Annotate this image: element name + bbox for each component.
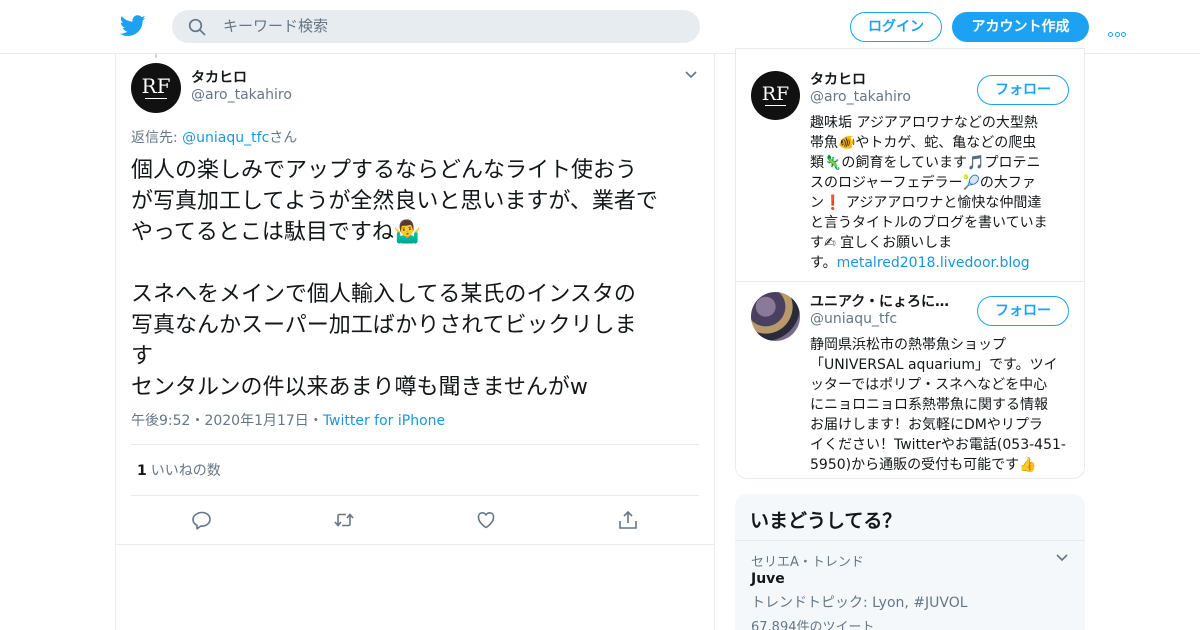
user-name[interactable]: ユニアク・にょろに… <box>810 291 949 311</box>
top-navigation-bar: キーワード検索 ログイン アカウント作成 <box>0 0 1200 54</box>
author-handle[interactable]: @aro_takahiro <box>191 87 292 103</box>
likes-stat[interactable]: 1 いいねの数 <box>137 460 221 480</box>
tweet-text: 個人の楽しみでアップするならどんなライト使おう が写真加工してようが全然良いと思… <box>131 158 658 400</box>
divider <box>736 281 1084 282</box>
reply-icon[interactable] <box>191 509 213 531</box>
follow-button[interactable]: フォロー <box>977 296 1069 326</box>
user-bio: 趣味垢 アジアアロワナなどの大型熱 帯魚🐠やトカゲ、蛇、亀などの爬虫 類🦎の飼育… <box>810 113 1072 273</box>
avatar[interactable]: RF <box>751 71 800 120</box>
user-handle[interactable]: @uniaqu_tfc <box>810 311 897 327</box>
like-icon[interactable] <box>475 509 497 531</box>
twitter-bird-icon[interactable] <box>120 14 146 38</box>
retweet-icon[interactable] <box>333 509 355 531</box>
reply-to-link[interactable]: @uniaqu_tfc <box>182 130 269 146</box>
related-users-card: RF タカヒロ @aro_takahiro フォロー 趣味垢 アジアアロワナなど… <box>735 48 1085 479</box>
search-input[interactable]: キーワード検索 <box>223 17 328 36</box>
search-bar[interactable]: キーワード検索 <box>172 10 700 43</box>
reply-suffix: さん <box>269 130 298 146</box>
trends-title: いまどうしてる？ <box>750 510 902 532</box>
author-name[interactable]: タカヒロ <box>191 67 247 87</box>
trend-context: セリエA・トレンド <box>751 555 864 570</box>
divider <box>735 540 1085 541</box>
reply-prefix: 返信先: <box>131 130 183 146</box>
thread-line <box>155 54 157 58</box>
likes-label: いいねの数 <box>150 463 221 479</box>
follow-button[interactable]: フォロー <box>977 75 1069 105</box>
tweet-time[interactable]: 午後9:52 <box>131 413 190 429</box>
avatar[interactable] <box>751 292 800 341</box>
user-handle[interactable]: @aro_takahiro <box>810 89 911 105</box>
tweet-date[interactable]: 2020年1月17日 <box>204 413 308 429</box>
user-bio: 静岡県浜松市の熱帯魚ショップ 「UNIVERSAL aquarium」です。ツイ… <box>810 337 1066 473</box>
search-icon <box>188 18 206 36</box>
trend-count: 67,894件のツイート <box>751 620 875 630</box>
more-icon[interactable] <box>1108 22 1130 37</box>
rf-logo-icon: RF <box>762 83 790 106</box>
tweet-detail: RF タカヒロ @aro_takahiro 返信先: @uniaqu_tfcさん… <box>115 54 715 630</box>
likes-count: 1 <box>137 463 147 479</box>
divider <box>131 444 699 445</box>
login-button[interactable]: ログイン <box>850 12 942 42</box>
user-bio-link[interactable]: metalred2018.livedoor.blog <box>837 255 1030 271</box>
rf-logo-icon: RF <box>142 74 171 99</box>
meta-separator: ・ <box>190 413 205 429</box>
trend-name[interactable]: Juve <box>751 571 785 587</box>
tweet-metadata: 午後9:52・2020年1月17日・Twitter for iPhone <box>131 410 445 430</box>
trends-panel: いまどうしてる？ セリエA・トレンド Juve トレンドトピック: Lyon, … <box>735 494 1085 630</box>
signup-button[interactable]: アカウント作成 <box>952 12 1089 42</box>
meta-separator: ・ <box>308 413 323 429</box>
svg-text:RF: RF <box>142 74 171 98</box>
share-icon[interactable] <box>617 509 639 531</box>
user-name[interactable]: タカヒロ <box>810 69 866 89</box>
trend-topic: トレンドトピック: Lyon, #JUVOL <box>751 595 968 611</box>
svg-text:RF: RF <box>762 83 790 105</box>
divider <box>116 544 714 545</box>
user-bio-text: 趣味垢 アジアアロワナなどの大型熱 帯魚🐠やトカゲ、蛇、亀などの爬虫 類🦎の飼育… <box>810 115 1048 271</box>
avatar[interactable]: RF <box>131 63 181 113</box>
chevron-down-icon[interactable] <box>1055 553 1069 563</box>
tweet-source-link[interactable]: Twitter for iPhone <box>323 413 445 429</box>
chevron-down-icon[interactable] <box>684 70 698 80</box>
reply-context: 返信先: @uniaqu_tfcさん <box>131 127 297 147</box>
divider <box>131 495 699 496</box>
